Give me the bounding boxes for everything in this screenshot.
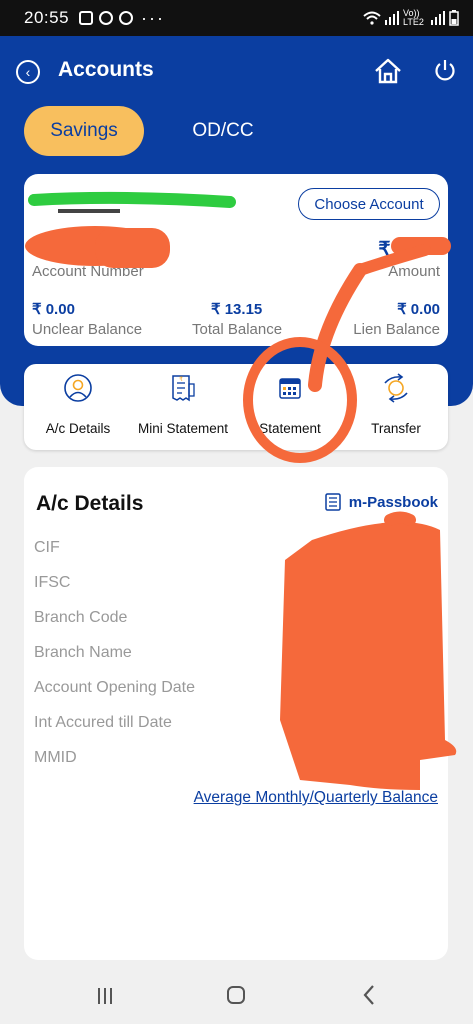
nav-back-icon[interactable]	[362, 984, 376, 1006]
android-nav-bar	[0, 968, 473, 1024]
recent-apps-icon[interactable]	[96, 987, 114, 1005]
nav-home-icon[interactable]	[227, 986, 245, 1004]
redaction-overlay	[25, 191, 457, 790]
